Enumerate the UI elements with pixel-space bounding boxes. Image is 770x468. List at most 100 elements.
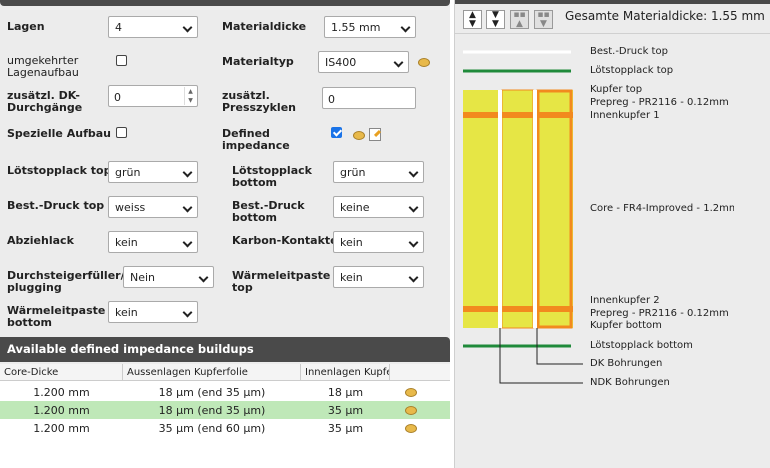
- chevron-down-icon: [182, 202, 193, 213]
- stackup-panel: ▲ ▼ ▼ ▼ ▪▪ ▲ ▪▪ ▼ Gesamte Materialdicke: 1.5…: [454, 0, 770, 468]
- column-header-outer[interactable]: Aussenlagen Kupferfolie: [123, 364, 301, 381]
- presszyklen-field[interactable]: 0: [322, 87, 416, 109]
- column-header-inner[interactable]: Innenlagen Kupfer: [301, 364, 390, 381]
- info-coin-icon[interactable]: [405, 388, 417, 397]
- impedance-checkbox[interactable]: [331, 127, 342, 138]
- materialtyp-label: Materialtyp: [222, 55, 294, 68]
- loetstopp-bottom-label: Lötstopplack bottom: [232, 164, 312, 189]
- label-soldermask-top: Lötstopplack top: [590, 65, 674, 76]
- arrow-down-icon[interactable]: ▼: [185, 96, 196, 105]
- materialdicke-label: Materialdicke: [222, 20, 307, 33]
- durchsteiger-select[interactable]: Nein: [123, 266, 214, 288]
- waermeleit-bottom-label: Wärmeleitpaste bottom: [7, 304, 106, 329]
- info-coin-icon[interactable]: [353, 131, 365, 140]
- label-soldermask-bottom: Lötstopplack bottom: [590, 340, 693, 351]
- inner-copper-1-layer: [463, 112, 573, 118]
- label-copper-top: Kupfer top: [590, 84, 643, 95]
- info-coin-icon[interactable]: [405, 424, 417, 433]
- chevron-down-icon: [408, 237, 419, 248]
- table-row[interactable]: 1.200 mm 35 µm (end 60 µm) 35 µm: [0, 419, 450, 437]
- inner-copper-2-layer: [463, 306, 573, 312]
- cell-core: 1.200 mm: [33, 386, 90, 399]
- label-ndk-holes: NDK Bohrungen: [590, 377, 670, 388]
- cell-outer: 18 µm (end 35 µm): [158, 386, 266, 399]
- label-dk-holes: DK Bohrungen: [590, 358, 663, 369]
- chevron-down-icon: [182, 22, 193, 33]
- stack-column-right: [537, 90, 573, 328]
- bestdruck-bottom-value: keine: [340, 201, 370, 214]
- waermeleit-bottom-select[interactable]: kein: [108, 301, 198, 323]
- table-row-selected[interactable]: 1.200 mm 18 µm (end 35 µm) 35 µm: [0, 401, 450, 419]
- waermeleit-top-select[interactable]: kein: [333, 266, 424, 288]
- durchsteiger-label: Durchsteigerfüller/Hole plugging: [7, 269, 153, 294]
- loetstopp-top-label: Lötstopplack top: [7, 164, 112, 177]
- edit-icon[interactable]: [369, 128, 381, 141]
- chevron-down-icon: [182, 167, 193, 178]
- label-prepreg-top: Prepreg - PR2116 - 0.12mm: [590, 97, 729, 108]
- info-coin-icon[interactable]: [418, 58, 430, 67]
- chevron-down-icon: [408, 202, 419, 213]
- presszyklen-label: zusätzl. Presszyklen: [222, 89, 296, 114]
- panel-top-bar: [0, 0, 450, 6]
- chevron-down-icon: [408, 272, 419, 283]
- umgekehrter-label: umgekehrter Lagenaufbau: [7, 54, 79, 79]
- gap-left: [498, 90, 502, 328]
- dk-stepper[interactable]: 0 ▲ ▼: [108, 85, 198, 107]
- materialdicke-value: 1.55 mm: [331, 21, 381, 34]
- label-core: Core - FR4-Improved - 1.2mm: [590, 203, 734, 214]
- abziehlack-select[interactable]: kein: [108, 231, 198, 253]
- presszyklen-value: 0: [328, 93, 335, 106]
- stepper-arrows[interactable]: ▲ ▼: [184, 87, 196, 105]
- materialdicke-select[interactable]: 1.55 mm: [324, 16, 416, 38]
- dk-label: zusätzl. DK-Durchgänge: [7, 89, 83, 114]
- lagen-value: 4: [115, 21, 122, 34]
- info-coin-icon[interactable]: [405, 406, 417, 415]
- bestdruck-top-label: Best.-Druck top: [7, 199, 105, 212]
- loetstopp-bottom-select[interactable]: grün: [333, 161, 424, 183]
- bestdruck-top-select[interactable]: weiss: [108, 196, 198, 218]
- abziehlack-value: kein: [115, 236, 138, 249]
- bestdruck-bottom-select[interactable]: keine: [333, 196, 424, 218]
- umgekehrter-checkbox[interactable]: [116, 55, 127, 66]
- cell-outer: 18 µm (end 35 µm): [158, 404, 266, 417]
- cell-outer: 35 µm (end 60 µm): [158, 422, 266, 435]
- lagen-label: Lagen: [7, 20, 45, 33]
- label-silkscreen-top: Best.-Druck top: [590, 46, 668, 57]
- lagen-select[interactable]: 4: [108, 16, 198, 38]
- cell-inner: 18 µm: [327, 386, 364, 399]
- materialtyp-value: IS400: [325, 56, 357, 69]
- chevron-down-icon: [182, 237, 193, 248]
- waermeleit-top-label: Wärmeleitpaste top: [232, 269, 331, 294]
- configuration-panel: Lagen 4 Materialdicke 1.55 mm umgekehrte…: [0, 0, 450, 468]
- label-copper-bottom: Kupfer bottom: [590, 320, 662, 331]
- materialtyp-select[interactable]: IS400: [318, 51, 409, 73]
- karbon-value: kein: [340, 236, 363, 249]
- cell-core: 1.200 mm: [33, 422, 90, 435]
- arrow-up-icon[interactable]: ▲: [185, 87, 196, 96]
- spezielle-checkbox[interactable]: [116, 127, 127, 138]
- karbon-label: Karbon-Kontakte: [232, 234, 338, 247]
- label-inner-copper-2: Innenkupfer 2: [590, 295, 660, 306]
- chevron-down-icon: [408, 167, 419, 178]
- stack-column-left: [463, 90, 498, 328]
- abziehlack-label: Abziehlack: [7, 234, 74, 247]
- label-prepreg-bottom: Prepreg - PR2116 - 0.12mm: [590, 308, 729, 319]
- chevron-down-icon: [400, 22, 411, 33]
- loetstopp-bottom-value: grün: [340, 166, 366, 179]
- karbon-select[interactable]: kein: [333, 231, 424, 253]
- impedance-label: Defined impedance: [222, 127, 290, 152]
- chevron-down-icon: [182, 307, 193, 318]
- impedance-table: Core-Dicke Aussenlagen Kupferfolie Innen…: [0, 364, 450, 468]
- table-row[interactable]: 1.200 mm 18 µm (end 35 µm) 18 µm: [0, 383, 450, 401]
- cell-core: 1.200 mm: [33, 404, 90, 417]
- stack-column-mid: [502, 90, 533, 328]
- loetstopp-top-value: grün: [115, 166, 141, 179]
- loetstopp-top-select[interactable]: grün: [108, 161, 198, 183]
- table-header: Core-Dicke Aussenlagen Kupferfolie Innen…: [0, 364, 450, 381]
- durchsteiger-value: Nein: [130, 271, 156, 284]
- impedance-section-header: Available defined impedance buildups: [0, 337, 450, 362]
- chevron-down-icon: [198, 272, 209, 283]
- cell-inner: 35 µm: [327, 422, 364, 435]
- waermeleit-top-value: kein: [340, 271, 363, 284]
- column-header-core[interactable]: Core-Dicke: [0, 364, 123, 381]
